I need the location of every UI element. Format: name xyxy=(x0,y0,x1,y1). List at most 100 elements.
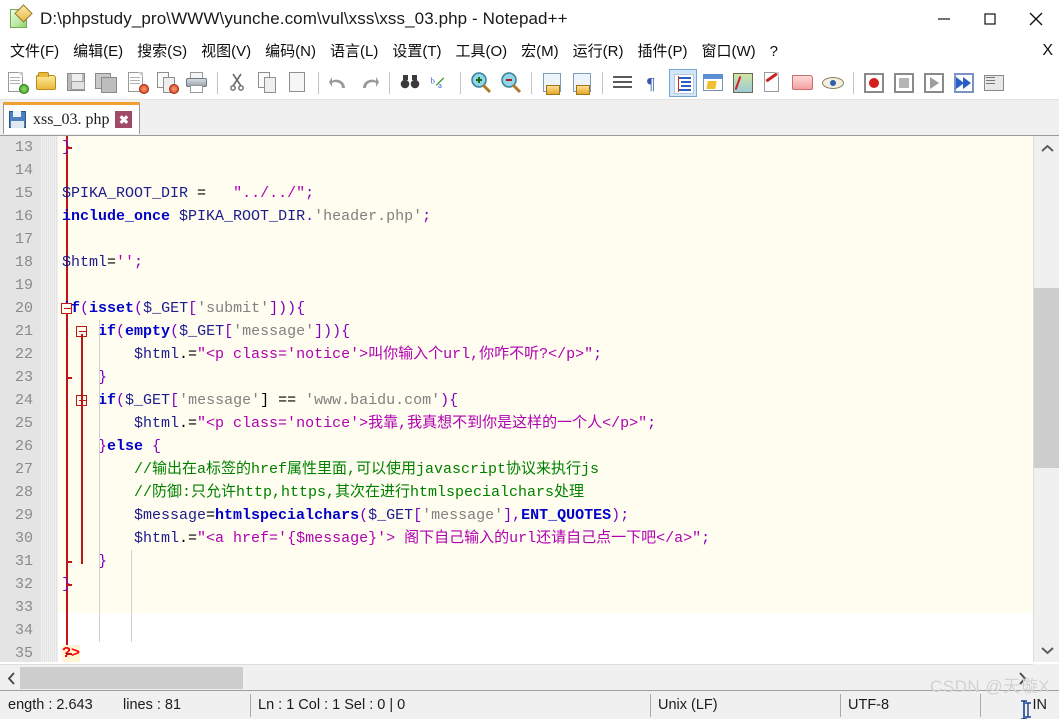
save-icon[interactable] xyxy=(63,69,91,97)
menu-macro[interactable]: 宏(M) xyxy=(514,40,566,64)
horizontal-scrollbar[interactable] xyxy=(0,664,1033,690)
code-line[interactable]: 33 xyxy=(0,596,1033,619)
code-line[interactable]: 24 if($_GET['message'] == 'www.baidu.com… xyxy=(0,389,1033,412)
code-line[interactable]: 23 } xyxy=(0,366,1033,389)
vertical-scrollbar-thumb[interactable] xyxy=(1034,288,1059,468)
document-map-icon[interactable] xyxy=(729,69,757,97)
menu-window[interactable]: 窗口(W) xyxy=(694,40,762,64)
menu-settings[interactable]: 设置(T) xyxy=(385,40,448,64)
line-text: $html.="<p class='notice'>叫你输入个url,你咋不听?… xyxy=(134,346,603,363)
line-number: 35 xyxy=(14,645,33,662)
code-line[interactable]: 21 if(empty($_GET['message'])){ xyxy=(0,320,1033,343)
sync-vertical-scroll-icon[interactable] xyxy=(538,69,566,97)
save-all-icon[interactable] xyxy=(93,69,121,97)
line-text: $PIKA_ROOT_DIR = "../../"; xyxy=(62,185,315,202)
macro-stop-icon[interactable] xyxy=(890,69,918,97)
code-line[interactable]: 22 $html.="<p class='notice'>叫你输入个url,你咋… xyxy=(0,343,1033,366)
code-line[interactable]: 31 } xyxy=(0,550,1033,573)
close-button[interactable] xyxy=(1013,0,1059,38)
line-text: $html.="<p class='notice'>我靠,我真想不到你是这样的一… xyxy=(134,415,657,432)
close-all-files-icon[interactable] xyxy=(153,69,181,97)
folder-as-workspace-icon[interactable] xyxy=(789,69,817,97)
word-wrap-icon[interactable] xyxy=(609,69,637,97)
code-line[interactable]: 27 //输出在a标签的href属性里面,可以使用javascript协议来执行… xyxy=(0,458,1033,481)
code-line[interactable]: 30 $html.="<a href='{$message}'> 阁下自己输入的… xyxy=(0,527,1033,550)
zoom-in-icon[interactable] xyxy=(467,69,495,97)
menu-tools[interactable]: 工具(O) xyxy=(448,40,514,64)
new-file-icon[interactable] xyxy=(3,69,31,97)
run-macro-dialog-icon[interactable] xyxy=(980,69,1008,97)
menu-edit[interactable]: 编辑(E) xyxy=(66,40,130,64)
print-icon[interactable] xyxy=(183,69,211,97)
monitoring-icon[interactable] xyxy=(819,69,847,97)
line-text: ?> xyxy=(62,645,81,662)
minimize-button[interactable] xyxy=(921,0,967,38)
code-line[interactable]: 19 xyxy=(0,274,1033,297)
macro-record-icon[interactable] xyxy=(860,69,888,97)
close-document-button[interactable]: X xyxy=(1042,42,1053,60)
ui-dialog-icon[interactable] xyxy=(699,69,727,97)
code-editor[interactable]: 13} 14 15 $PIKA_ROOT_DIR = "../../"; 16 inclu… xyxy=(0,136,1059,662)
csdn-watermark: CSDN @天璇X xyxy=(930,677,1050,696)
paste-icon[interactable] xyxy=(284,69,312,97)
code-line[interactable]: 16 include_once $PIKA_ROOT_DIR.'header.ph… xyxy=(0,205,1033,228)
menu-language[interactable]: 语言(L) xyxy=(323,40,385,64)
fold-end-marker xyxy=(66,147,72,149)
line-number: 30 xyxy=(14,530,33,547)
code-line[interactable]: 15 $PIKA_ROOT_DIR = "../../"; xyxy=(0,182,1033,205)
title-bar: D:\phpstudy_pro\WWW\yunche.com\vul\xss\x… xyxy=(0,0,1059,38)
code-line[interactable]: 17 xyxy=(0,228,1033,251)
status-eol[interactable]: Unix (LF) xyxy=(650,691,840,719)
macro-run-multiple-icon[interactable] xyxy=(950,69,978,97)
horizontal-scrollbar-thumb[interactable] xyxy=(20,667,243,689)
undo-icon[interactable] xyxy=(325,69,353,97)
scroll-up-arrow-icon[interactable] xyxy=(1034,136,1059,160)
function-list-icon[interactable] xyxy=(759,69,787,97)
code-line[interactable]: 34 xyxy=(0,619,1033,642)
show-all-characters-icon[interactable]: ¶ xyxy=(639,69,667,97)
code-line[interactable]: 18 $html=''; xyxy=(0,251,1033,274)
code-line[interactable]: 28 //防御:只允许http,https,其次在进行htmlspecialch… xyxy=(0,481,1033,504)
replace-icon[interactable]: ba xyxy=(426,69,454,97)
indent-guide-icon[interactable] xyxy=(669,68,697,97)
close-file-icon[interactable] xyxy=(123,69,151,97)
close-icon[interactable]: ✖ xyxy=(115,111,133,128)
menu-run[interactable]: 运行(R) xyxy=(566,40,631,64)
code-line[interactable]: 29 $message=htmlspecialchars($_GET['mess… xyxy=(0,504,1033,527)
tab-xss-03-php[interactable]: xss_03. php ✖ xyxy=(3,102,141,134)
line-number: 17 xyxy=(14,231,33,248)
cut-icon[interactable] xyxy=(224,69,252,97)
code-line[interactable]: 14 xyxy=(0,159,1033,182)
mouse-cursor-icon xyxy=(1019,699,1035,719)
code-line[interactable]: 26 }else { xyxy=(0,435,1033,458)
code-line[interactable]: 32} xyxy=(0,573,1033,596)
open-file-icon[interactable] xyxy=(33,69,61,97)
vertical-scrollbar[interactable] xyxy=(1033,136,1059,662)
code-line[interactable]: 20 if(isset($_GET['submit'])){ xyxy=(0,297,1033,320)
menu-search[interactable]: 搜索(S) xyxy=(130,40,194,64)
sync-horizontal-scroll-icon[interactable] xyxy=(568,69,596,97)
code-line[interactable]: 13} xyxy=(0,136,1033,159)
line-text: $message=htmlspecialchars($_GET['message… xyxy=(134,507,630,524)
macro-play-icon[interactable] xyxy=(920,69,948,97)
copy-icon[interactable] xyxy=(254,69,282,97)
line-number: 13 xyxy=(14,139,33,156)
line-text: include_once $PIKA_ROOT_DIR.'header.php'… xyxy=(62,208,432,225)
code-line[interactable]: 25 $html.="<p class='notice'>我靠,我真想不到你是这… xyxy=(0,412,1033,435)
notepad-plus-plus-icon xyxy=(9,4,33,30)
scroll-left-arrow-icon[interactable] xyxy=(0,665,22,691)
zoom-out-icon[interactable] xyxy=(497,69,525,97)
redo-icon[interactable] xyxy=(355,69,383,97)
menu-help[interactable]: ? xyxy=(763,40,785,64)
scroll-down-arrow-icon[interactable] xyxy=(1034,638,1059,662)
fold-collapse-box[interactable] xyxy=(61,303,72,314)
find-icon[interactable] xyxy=(396,69,424,97)
menu-encoding[interactable]: 编码(N) xyxy=(258,40,323,64)
toolbar-separator xyxy=(318,71,319,94)
maximize-button[interactable] xyxy=(967,0,1013,38)
menu-file[interactable]: 文件(F) xyxy=(3,40,66,64)
menu-view[interactable]: 视图(V) xyxy=(194,40,258,64)
code-line[interactable]: 35 ?> xyxy=(0,642,1033,662)
menu-plugins[interactable]: 插件(P) xyxy=(630,40,694,64)
code-lines[interactable]: 13} 14 15 $PIKA_ROOT_DIR = "../../"; 16 inclu… xyxy=(0,136,1033,662)
